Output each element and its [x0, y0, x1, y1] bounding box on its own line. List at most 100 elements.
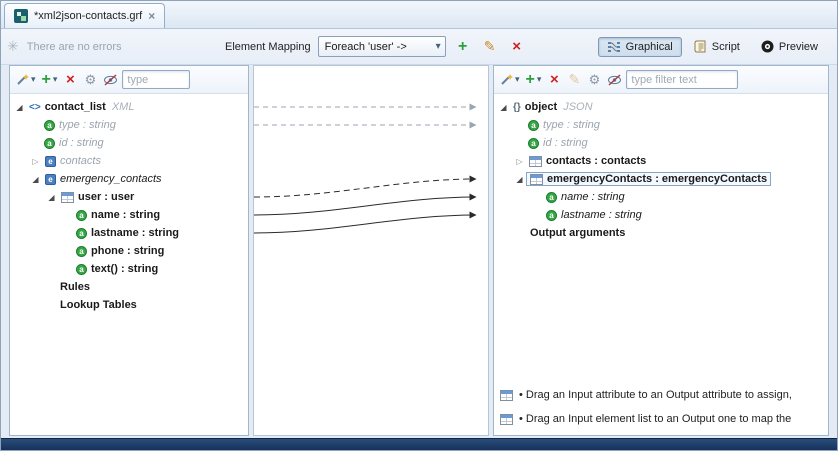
tree-row-output-arguments[interactable]: Output arguments	[494, 224, 828, 242]
mapping-line-name	[254, 197, 476, 215]
attribute-assign-icon	[500, 390, 513, 401]
tree-row-type[interactable]: a type : string	[494, 116, 828, 134]
tree-row-text[interactable]: a text() : string	[10, 260, 248, 278]
expander-icon[interactable]: ◢	[498, 103, 509, 112]
json-object-icon: {}	[513, 102, 521, 113]
output-filter-field[interactable]	[626, 70, 738, 89]
format-badge: XML	[112, 101, 135, 113]
tab-script[interactable]: Script	[685, 36, 749, 57]
xml-root-icon: <>	[29, 102, 41, 113]
expander-icon[interactable]: ◢	[514, 175, 525, 184]
tree-label: object	[525, 101, 557, 113]
element-mapping-label: Element Mapping	[225, 41, 311, 53]
tab-preview[interactable]: Preview	[752, 36, 827, 57]
edit-element-button[interactable]: ✎	[565, 70, 583, 90]
delete-mapping-button[interactable]: ×	[507, 37, 527, 57]
output-panel-toolbar: ▾ + ▾ × ✎ ⚙	[494, 66, 828, 94]
hint-attribute: • Drag an Input attribute to an Output a…	[500, 383, 824, 407]
close-tab-icon[interactable]: ×	[148, 11, 155, 21]
chevron-down-icon: ▾	[436, 41, 441, 52]
status-star-icon: ✳	[7, 38, 19, 55]
settings-button[interactable]: ⚙	[81, 70, 99, 90]
hints-area: • Drag an Input attribute to an Output a…	[500, 383, 824, 431]
tree-row-contacts[interactable]: ▷ e contacts	[10, 152, 248, 170]
tree-row-lastname[interactable]: a lastname : string	[494, 206, 828, 224]
attribute-icon: a	[44, 138, 55, 149]
tree-label: type : string	[543, 119, 600, 131]
tree-row-user[interactable]: ◢ user : user	[10, 188, 248, 206]
expander-icon[interactable]: ▷	[30, 157, 41, 166]
attribute-icon: a	[546, 192, 557, 203]
plus-icon: +	[526, 73, 535, 87]
tree-row-id[interactable]: a id : string	[494, 134, 828, 152]
script-view-icon	[694, 40, 707, 53]
settings-button[interactable]: ⚙	[585, 70, 603, 90]
attribute-icon: a	[76, 210, 87, 221]
edit-mapping-button[interactable]: ✎	[480, 37, 500, 57]
add-element-button[interactable]: + ▾	[524, 70, 544, 90]
tree-row-rules[interactable]: Rules	[10, 278, 248, 296]
chevron-down-icon: ▾	[537, 74, 542, 85]
auto-map-button[interactable]: ▾	[498, 70, 522, 90]
element-list-icon	[530, 174, 543, 185]
tree-row-emergency-contacts[interactable]: ◢ e emergency_contacts	[10, 170, 248, 188]
pencil-icon: ✎	[484, 38, 496, 55]
tree-label: Output arguments	[530, 227, 625, 239]
tree-row-contact-list[interactable]: ◢ <> contact_list XML	[10, 98, 248, 116]
expander-icon[interactable]: ▷	[514, 157, 525, 166]
tab-title: *xml2json-contacts.grf	[34, 10, 142, 22]
gear-icon: ⚙	[589, 72, 601, 88]
expander-icon[interactable]: ◢	[46, 193, 57, 202]
bottom-status-bar[interactable]	[1, 438, 837, 450]
tree-row-emergency-contacts[interactable]: ◢ emergencyContacts : emergencyContacts	[494, 170, 828, 188]
tree-label: name : string	[91, 209, 160, 221]
magic-wand-icon	[500, 73, 513, 86]
editor-tab[interactable]: *xml2json-contacts.grf ×	[4, 3, 165, 28]
tree-row-lookup-tables[interactable]: Lookup Tables	[10, 296, 248, 314]
tree-row-id[interactable]: a id : string	[10, 134, 248, 152]
tree-label: lastname : string	[91, 227, 179, 239]
delete-icon: ×	[550, 73, 559, 87]
view-toggle-group: Graphical Script Preview	[598, 36, 827, 57]
tree-row-lastname[interactable]: a lastname : string	[10, 224, 248, 242]
format-badge: JSON	[563, 101, 592, 113]
tree-label: name : string	[561, 191, 625, 203]
tree-row-contacts[interactable]: ▷ contacts : contacts	[494, 152, 828, 170]
remove-element-button[interactable]: ×	[545, 70, 563, 90]
gear-icon: ⚙	[85, 72, 97, 88]
graphical-view-icon	[607, 41, 621, 53]
attribute-icon: a	[76, 246, 87, 257]
tree-row-phone[interactable]: a phone : string	[10, 242, 248, 260]
add-mapping-button[interactable]: +	[453, 37, 473, 57]
input-tree: ◢ <> contact_list XML a type : string a …	[10, 94, 248, 314]
tree-row-name[interactable]: a name : string	[10, 206, 248, 224]
foreach-dropdown-value: Foreach 'user' ->	[325, 41, 407, 53]
element-list-map-icon	[500, 414, 513, 425]
attribute-icon: a	[76, 228, 87, 239]
mapping-canvas-panel[interactable]	[253, 65, 489, 436]
tree-row-name[interactable]: a name : string	[494, 188, 828, 206]
tree-row-object[interactable]: ◢ {} object JSON	[494, 98, 828, 116]
expander-icon[interactable]: ◢	[14, 103, 25, 112]
mapping-line-lastname	[254, 215, 476, 233]
remove-element-button[interactable]: ×	[61, 70, 79, 90]
tree-label: Rules	[60, 281, 90, 293]
tree-row-type[interactable]: a type : string	[10, 116, 248, 134]
hide-unmapped-button[interactable]	[605, 70, 624, 90]
chevron-down-icon: ▾	[53, 74, 58, 85]
plus-icon: +	[458, 40, 467, 54]
mapping-toolbar: ✳ There are no errors Element Mapping Fo…	[1, 29, 837, 65]
tab-graphical[interactable]: Graphical	[598, 37, 682, 57]
element-mapping-group: Element Mapping Foreach 'user' -> ▾ + ✎ …	[225, 36, 527, 57]
expander-icon[interactable]: ◢	[30, 175, 41, 184]
tree-label: Lookup Tables	[60, 299, 137, 311]
input-filter-field[interactable]	[122, 70, 190, 89]
hide-unmapped-button[interactable]	[101, 70, 120, 90]
tree-label: type : string	[59, 119, 116, 131]
eye-slash-icon	[103, 74, 118, 86]
auto-map-button[interactable]: ▾	[14, 70, 38, 90]
add-element-button[interactable]: + ▾	[40, 70, 60, 90]
hint-element-list: • Drag an Input element list to an Outpu…	[500, 407, 824, 431]
input-tree-panel: ▾ + ▾ × ⚙ ◢ <>	[9, 65, 249, 436]
foreach-dropdown[interactable]: Foreach 'user' -> ▾	[318, 36, 446, 57]
